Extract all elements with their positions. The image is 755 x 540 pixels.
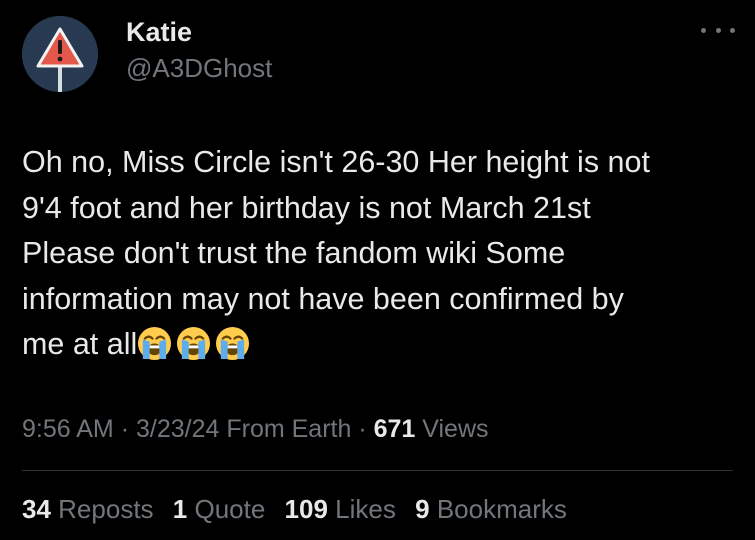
quotes-label: Quote: [194, 494, 266, 524]
reposts-label: Reposts: [58, 494, 154, 524]
bookmarks-stat[interactable]: 9 Bookmarks: [415, 492, 567, 526]
more-dot: [715, 27, 721, 33]
tweet-header: Katie @A3DGhost: [22, 14, 735, 94]
author-display-name[interactable]: Katie: [126, 14, 272, 50]
reposts-stat[interactable]: 34 Reposts: [22, 492, 154, 526]
divider: [22, 470, 733, 471]
reposts-count: 34: [22, 494, 51, 524]
loudly-crying-face-icon: [138, 326, 172, 361]
quotes-stat[interactable]: 1 Quote: [173, 492, 266, 526]
tweet-source: From Earth: [226, 415, 352, 443]
likes-stat[interactable]: 109 Likes: [285, 492, 396, 526]
author-names: Katie @A3DGhost: [126, 14, 272, 84]
meta-separator: ·: [120, 415, 130, 443]
tweet-text-line: Oh no, Miss Circle isn't 26-30 Her heigh…: [22, 145, 650, 179]
quotes-count: 1: [172, 494, 188, 524]
tweet-text-line: 9'4 foot and her birthday is not March 2…: [22, 190, 591, 225]
more-dot: [701, 27, 706, 33]
likes-label: Likes: [335, 494, 396, 524]
tweet-text-last-line: me at all: [22, 322, 732, 368]
tweet-text: Oh no, Miss Circle isn't 26-30 Her heigh…: [22, 140, 732, 368]
loudly-crying-face-icon: [177, 326, 211, 361]
tweet-date[interactable]: 3/23/24: [136, 415, 219, 443]
bookmarks-label: Bookmarks: [436, 494, 567, 524]
engagement-stats: 34 Reposts 1 Quote 109 Likes 9 Bookmarks: [22, 492, 579, 526]
meta-separator: ·: [358, 415, 367, 443]
tweet-meta: 9:56 AM · 3/23/24 From Earth · 671 Views: [22, 412, 489, 446]
bookmarks-count: 9: [415, 494, 430, 524]
loudly-crying-face-icon: [216, 326, 250, 361]
avatar[interactable]: [22, 16, 98, 92]
views-label: Views: [422, 415, 489, 443]
likes-count: 109: [284, 494, 328, 524]
views-count: 671: [373, 415, 416, 443]
emoji-group: [137, 326, 250, 361]
tweet-text-line: Please don't trust the fandom wiki Some: [22, 236, 566, 270]
more-dots-icon[interactable]: [701, 20, 735, 40]
warning-sign-icon: [22, 16, 98, 92]
tweet-text-line: information may not have been confirmed …: [22, 281, 624, 316]
author-handle[interactable]: @A3DGhost: [126, 52, 272, 84]
tweet-time[interactable]: 9:56 AM: [22, 415, 114, 443]
tweet-text-line: me at all: [22, 327, 138, 361]
more-dot: [730, 27, 735, 33]
